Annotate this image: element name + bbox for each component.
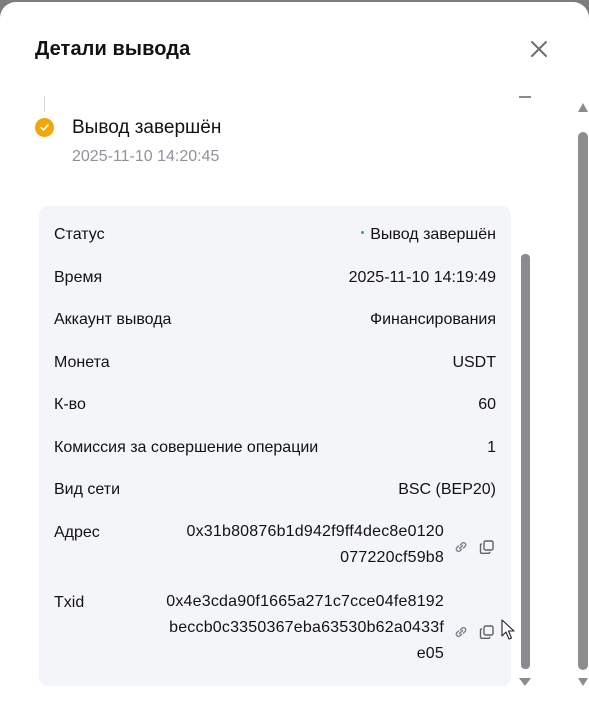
quantity-label: К-во bbox=[54, 396, 86, 413]
copy-icon[interactable] bbox=[478, 538, 496, 556]
status-label: Статус bbox=[54, 226, 105, 243]
coin-label: Монета bbox=[54, 354, 110, 371]
network-value: BSC (BEP20) bbox=[398, 481, 496, 498]
address-value: 0x31b80876b1d942f9ff4dec8e0120 077220cf5… bbox=[186, 519, 444, 571]
timeline-line bbox=[44, 96, 45, 112]
status-value: Вывод завершён bbox=[361, 226, 496, 244]
copy-icon[interactable] bbox=[478, 623, 496, 641]
status-dot-icon bbox=[361, 231, 365, 235]
txid-line: e05 bbox=[416, 645, 444, 662]
time-label: Время bbox=[54, 269, 103, 286]
address-line: 077220cf59b8 bbox=[340, 549, 444, 566]
address-actions bbox=[452, 538, 496, 556]
mouse-cursor-icon bbox=[501, 619, 515, 646]
txid-value: 0x4e3cda90f1665a271c7cce04fe8192 beccb0c… bbox=[166, 589, 444, 667]
link-icon[interactable] bbox=[452, 623, 470, 641]
txid-label: Txid bbox=[54, 594, 85, 611]
fee-value: 1 bbox=[487, 439, 496, 456]
address-label: Адрес bbox=[54, 524, 100, 541]
inner-scrollbar-thumb[interactable] bbox=[521, 254, 530, 669]
txid-actions bbox=[452, 623, 496, 641]
close-icon[interactable] bbox=[526, 36, 552, 62]
address-line: 0x31b80876b1d942f9ff4dec8e0120 bbox=[186, 523, 444, 540]
details-card: Статус Вывод завершён Время 2025-11-10 1… bbox=[39, 206, 511, 686]
outer-scrollbar-thumb[interactable] bbox=[578, 132, 588, 670]
withdrawal-details-modal: Детали вывода Вывод завершён 2025-11-10 … bbox=[0, 2, 589, 713]
time-value: 2025-11-10 14:19:49 bbox=[348, 269, 496, 286]
txid-line: beccb0c3350367eba63530b62a0433f bbox=[169, 619, 444, 636]
network-label: Вид сети bbox=[54, 481, 121, 498]
coin-value: USDT bbox=[452, 354, 496, 371]
inner-scroll-down-icon[interactable] bbox=[519, 678, 531, 686]
quantity-value: 60 bbox=[478, 396, 496, 413]
txid-line: 0x4e3cda90f1665a271c7cce04fe8192 bbox=[166, 593, 444, 610]
outer-scroll-down-icon[interactable] bbox=[578, 678, 588, 686]
txid-row: Txid 0x4e3cda90f1665a271c7cce04fe8192 be… bbox=[54, 593, 496, 672]
status-value-text: Вывод завершён bbox=[370, 226, 496, 243]
check-circle-icon bbox=[35, 118, 54, 137]
timeline-step-title: Вывод завершён bbox=[72, 117, 222, 138]
address-row: Адрес 0x31b80876b1d942f9ff4dec8e0120 077… bbox=[54, 523, 496, 576]
fee-label: Комиссия за совершение операции bbox=[54, 439, 319, 456]
outer-scroll-up-icon[interactable] bbox=[578, 103, 588, 112]
inner-scroll-up-icon[interactable] bbox=[519, 96, 531, 98]
link-icon[interactable] bbox=[452, 538, 470, 556]
account-value: Финансирования bbox=[369, 311, 496, 328]
modal-title: Детали вывода bbox=[35, 38, 191, 60]
timeline-step-time: 2025-11-10 14:20:45 bbox=[72, 148, 220, 165]
account-label: Аккаунт вывода bbox=[54, 311, 172, 328]
